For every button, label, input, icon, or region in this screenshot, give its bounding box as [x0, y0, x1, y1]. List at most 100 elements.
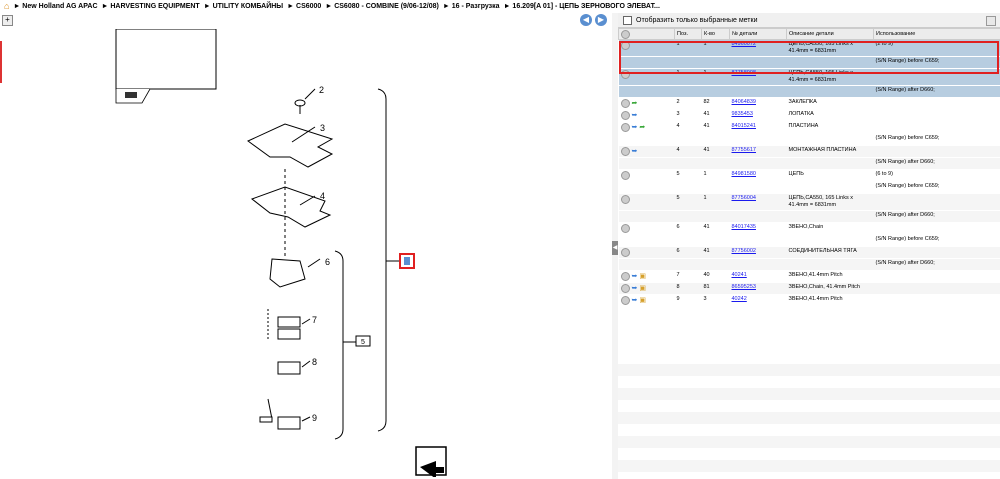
- part-number-link[interactable]: 86595253: [732, 284, 756, 290]
- breadcrumb-item[interactable]: ► CS6080 - COMBINE (9/06-12/08): [325, 3, 439, 10]
- table-row[interactable]: 6 41 87756002 СОЕДИНИТЕЛЬНАЯ ТЯГА: [618, 246, 1000, 259]
- row-settings-icon[interactable]: [620, 296, 630, 305]
- table-row[interactable]: ➥ ▣ 8 81 86595253 ЗВЕНО,Chain, 41.4mm Pitch: [618, 282, 1000, 295]
- part-number-link[interactable]: 9835453: [732, 111, 753, 117]
- home-icon[interactable]: ⌂: [4, 1, 9, 11]
- next-icon[interactable]: ▶: [595, 14, 607, 26]
- part-number-link[interactable]: 84015241: [732, 123, 756, 129]
- callout-2[interactable]: 2: [319, 85, 324, 95]
- table-row[interactable]: 5 1 87756004 ЦЕПЬ,CA550, 165 Links x 41.4mm…: [618, 193, 1000, 211]
- package-icon[interactable]: ▣: [639, 285, 646, 292]
- table-row-note: (S/N Range) after D660;: [618, 258, 1000, 271]
- part-number-link[interactable]: 40242: [732, 296, 747, 302]
- row-settings-icon[interactable]: [620, 147, 630, 156]
- row-settings-icon[interactable]: [620, 171, 630, 180]
- cell-part[interactable]: 40242: [729, 294, 787, 306]
- reference-icon[interactable]: ➥: [632, 297, 638, 304]
- table-row[interactable]: ➥ ▣ 7 40 40241 ЗВЕНО,41.4mm Pitch: [618, 270, 1000, 283]
- col-header-qty[interactable]: К-во: [701, 28, 730, 40]
- row-icons: ➦: [618, 97, 675, 110]
- col-header-pos[interactable]: Поз.: [674, 28, 702, 40]
- callout-7[interactable]: 7: [312, 315, 317, 325]
- part-number-link[interactable]: 84017435: [732, 224, 756, 230]
- cell-part[interactable]: 84960072: [729, 39, 787, 57]
- breadcrumb-item: ► 16.209[A 01] - ЦЕПЬ ЗЕРНОВОГО ЭЛЕВАТ..…: [503, 2, 660, 10]
- reference-icon[interactable]: ➥: [632, 124, 638, 131]
- table-row-note: (S/N Range) before C659;: [618, 181, 1000, 194]
- row-settings-icon[interactable]: [620, 195, 630, 204]
- cell-part[interactable]: 84064839: [729, 97, 787, 110]
- table-row[interactable]: 1 1 87758008 ЦЕПЬ,CA550, 165 Links x 41.4mm…: [618, 68, 1000, 86]
- breadcrumb-item[interactable]: ► New Holland AG APAC: [13, 3, 97, 10]
- part-number-link[interactable]: 87758008: [732, 70, 756, 76]
- callout-8[interactable]: 8: [312, 357, 317, 367]
- breadcrumb-item[interactable]: ► UTILITY КОМБАЙНЫ: [204, 3, 283, 10]
- col-header-usage[interactable]: Использование: [873, 28, 1000, 40]
- row-settings-icon[interactable]: [620, 272, 630, 281]
- cell-part[interactable]: 9835453: [729, 109, 787, 122]
- cell-usage: [873, 121, 1000, 134]
- col-header-part[interactable]: № детали: [729, 28, 787, 40]
- expand-icon[interactable]: +: [2, 15, 13, 26]
- previous-icon[interactable]: ◀: [580, 14, 592, 26]
- table-row[interactable]: ➥ ➦ 4 41 84015241 ПЛАСТИНА: [618, 121, 1000, 134]
- cell-part[interactable]: 40241: [729, 270, 787, 283]
- cell-usage: [873, 222, 1000, 235]
- breadcrumb-item[interactable]: ► HARVESTING EQUIPMENT: [102, 3, 200, 10]
- part-number-link[interactable]: 40241: [732, 272, 747, 278]
- table-row[interactable]: 6 41 84017435 ЗВЕНО,Chain: [618, 222, 1000, 235]
- part-number-link[interactable]: 84064839: [732, 99, 756, 105]
- callout-4[interactable]: 4: [320, 191, 325, 201]
- row-settings-icon[interactable]: [620, 284, 630, 293]
- row-settings-icon[interactable]: [620, 123, 630, 132]
- package-icon[interactable]: ▣: [639, 273, 646, 280]
- part-number-link[interactable]: 87755617: [732, 147, 756, 153]
- settings-gear-icon[interactable]: [618, 28, 675, 40]
- package-icon[interactable]: ▣: [639, 297, 646, 304]
- diagram-toolbar: + ◀ ▶: [0, 13, 612, 27]
- cell-part[interactable]: 86595253: [729, 282, 787, 295]
- table-row[interactable]: 5 1 84981580 ЦЕПЬ (6 to 9): [618, 169, 1000, 182]
- part-number-link[interactable]: 84960072: [732, 41, 756, 47]
- reference-icon[interactable]: ➥: [632, 285, 638, 292]
- reference-icon[interactable]: ➥: [632, 112, 638, 119]
- row-settings-icon[interactable]: [620, 99, 630, 108]
- cell-part[interactable]: 84015241: [729, 121, 787, 134]
- replacement-icon[interactable]: ➦: [632, 100, 638, 107]
- cell-part[interactable]: 84981580: [729, 169, 787, 182]
- cell-part[interactable]: 87755617: [729, 145, 787, 158]
- cell-part[interactable]: 87758008: [729, 68, 787, 86]
- show-selected-checkbox[interactable]: [623, 15, 632, 25]
- table-row[interactable]: ➥ 3 41 9835453 ЛОПАТКА: [618, 109, 1000, 122]
- part-number-link[interactable]: 87756004: [732, 195, 756, 201]
- table-row[interactable]: ➦ 2 82 84064839 ЗАКЛЕПКА: [618, 97, 1000, 110]
- table-row[interactable]: ➥ ▣ 9 3 40242 ЗВЕНО,41.4mm Pitch: [618, 294, 1000, 306]
- cell-part[interactable]: 84017435: [729, 222, 787, 235]
- table-row[interactable]: 1 1 84960072 ЦЕПЬ,CA550, 165 Links x 41.4mm…: [618, 39, 1000, 57]
- row-settings-icon[interactable]: [620, 248, 630, 257]
- breadcrumb-item[interactable]: ► CS6000: [287, 3, 321, 10]
- cell-part[interactable]: 87756004: [729, 193, 787, 211]
- col-header-desc[interactable]: Описание детали: [786, 28, 874, 40]
- table-row[interactable]: ➥ 4 41 87755617 МОНТАЖНАЯ ПЛАСТИНА: [618, 145, 1000, 158]
- cell-pos: 3: [674, 109, 702, 122]
- row-icons: ➥ ▣: [618, 270, 675, 283]
- row-settings-icon[interactable]: [620, 224, 630, 233]
- empty-rows: [618, 352, 1000, 479]
- callout-6[interactable]: 6: [325, 257, 330, 267]
- row-settings-icon[interactable]: [620, 111, 630, 120]
- row-icons: ➥: [618, 109, 675, 122]
- part-number-link[interactable]: 87756002: [732, 248, 756, 254]
- row-settings-icon[interactable]: [620, 41, 630, 50]
- part-number-link[interactable]: 84981580: [732, 171, 756, 177]
- reference-icon[interactable]: ➥: [632, 148, 638, 155]
- replacement-icon[interactable]: ➦: [639, 124, 645, 131]
- parts-diagram[interactable]: 5 2 3 4 6 7 8 9: [110, 29, 470, 477]
- filter-options-icon[interactable]: [986, 16, 996, 26]
- breadcrumb-item[interactable]: ► 16 - Разгрузка: [443, 3, 500, 10]
- row-settings-icon[interactable]: [620, 70, 630, 79]
- reference-icon[interactable]: ➥: [632, 273, 638, 280]
- callout-9[interactable]: 9: [312, 413, 317, 423]
- cell-part[interactable]: 87756002: [729, 246, 787, 259]
- callout-3[interactable]: 3: [320, 123, 325, 133]
